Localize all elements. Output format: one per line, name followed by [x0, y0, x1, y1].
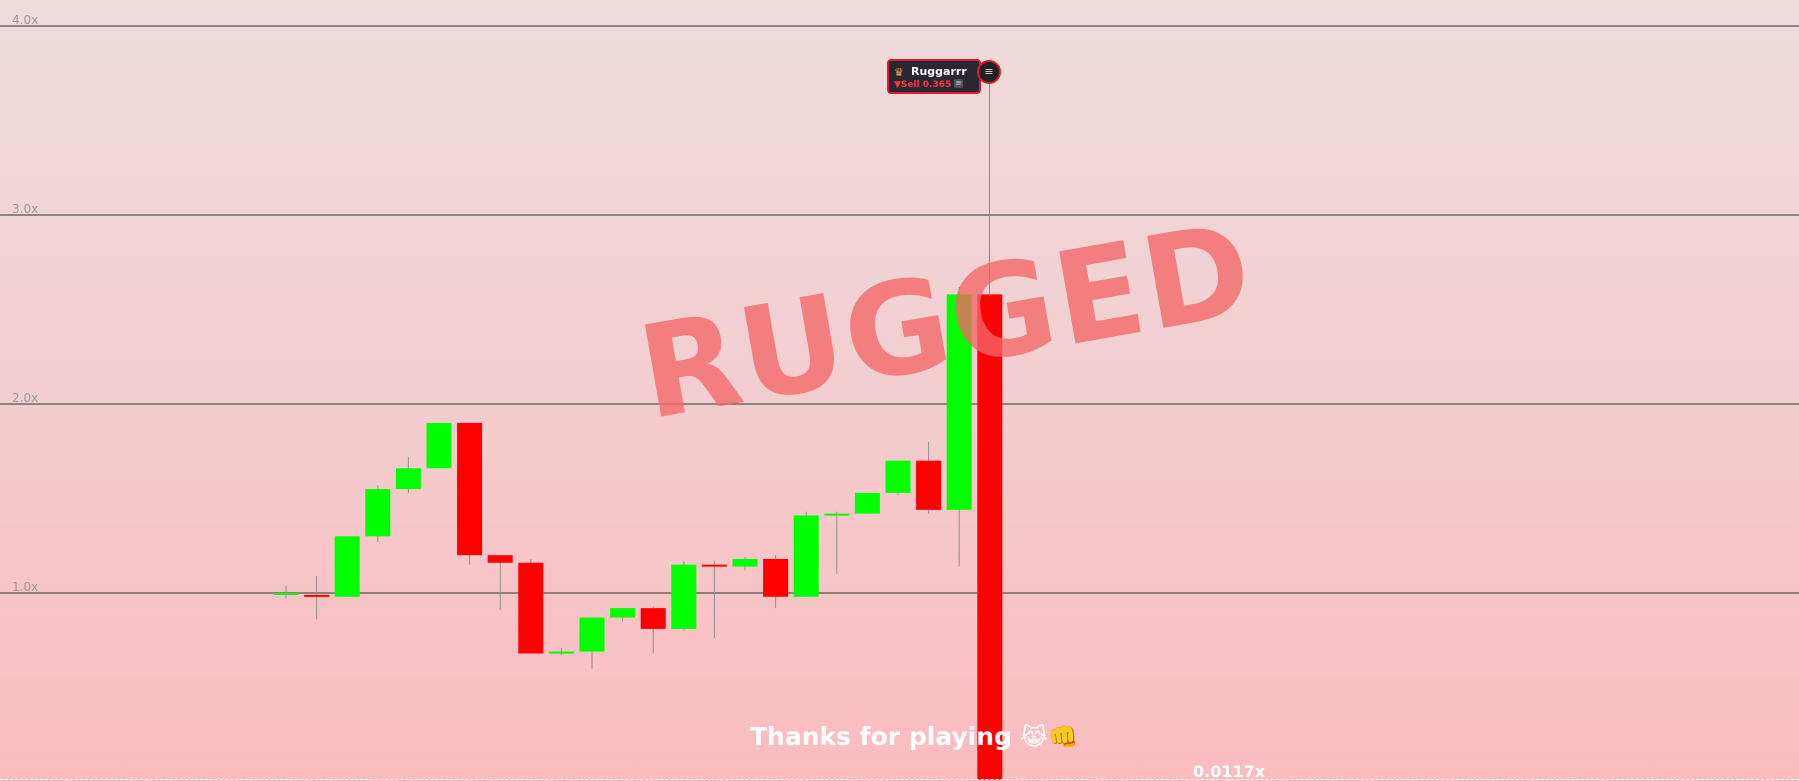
trade-action: ▼Sell 0.365	[894, 80, 952, 90]
token-icon: ≡	[954, 79, 963, 88]
candle	[457, 422, 483, 565]
candle-body-down	[977, 294, 1003, 780]
candle	[916, 441, 942, 514]
candle-body-up	[946, 294, 972, 510]
candle	[548, 647, 574, 656]
candle	[824, 511, 850, 575]
candle	[610, 608, 636, 622]
grid-lines: 1.0x 2.0x 3.0x 4.0x	[0, 13, 1799, 594]
candle-body-up	[548, 651, 574, 654]
candle-body-up	[885, 460, 911, 493]
candle	[977, 294, 1003, 780]
candle-body-up	[824, 513, 850, 516]
candle-body-up	[610, 608, 636, 618]
candle	[304, 575, 330, 620]
candle-body-down	[457, 422, 483, 556]
y-tick-label: 3.0x	[12, 202, 38, 216]
candle-body-up	[671, 564, 697, 629]
crown-icon: ♛	[894, 66, 904, 79]
candle	[579, 617, 605, 669]
candle-body-up	[273, 593, 299, 595]
candle	[854, 492, 880, 514]
candle	[487, 555, 513, 611]
candle	[518, 558, 544, 654]
candlestick-chart: 1.0x 2.0x 3.0x 4.0x	[0, 13, 1799, 780]
trade-tooltip[interactable]: ♛ Ruggarrr ▼Sell 0.365 ≡	[887, 59, 981, 94]
candles	[273, 286, 1003, 780]
bottom-dashed-line	[0, 779, 1799, 780]
trade-username: Ruggarrr	[911, 65, 967, 78]
y-tick-label: 1.0x	[12, 580, 38, 594]
candle	[793, 511, 819, 597]
candle-body-down	[304, 594, 330, 597]
candle-body-up	[334, 536, 360, 597]
laughing-cat-fist-emoji: 😹👊	[1019, 723, 1078, 751]
candle-body-up	[365, 489, 391, 537]
candle-body-up	[793, 515, 819, 597]
candle-body-down	[701, 564, 727, 567]
y-tick-label: 4.0x	[12, 13, 38, 27]
candle-body-up	[579, 617, 605, 652]
candle-body-down	[640, 608, 666, 629]
thanks-text: Thanks for playing	[750, 722, 1012, 751]
candle-body-up	[426, 422, 452, 469]
candle	[426, 422, 452, 469]
candle-body-down	[763, 558, 789, 597]
candle	[946, 286, 972, 567]
candle-body-down	[916, 460, 942, 510]
candle	[334, 536, 360, 597]
candle-body-up	[732, 558, 758, 567]
candle	[732, 557, 758, 571]
candle-body-up	[395, 468, 421, 490]
trade-marker-icon[interactable]: ≡	[977, 60, 1001, 84]
thanks-message: Thanks for playing 😹👊	[750, 722, 1078, 751]
candle-body-down	[487, 555, 513, 563]
candle	[701, 560, 727, 639]
candle-body-up	[854, 492, 880, 514]
candle	[671, 560, 697, 631]
trade-marker-line	[989, 84, 990, 296]
candle	[395, 456, 421, 493]
candle	[885, 460, 911, 495]
candle	[365, 485, 391, 542]
candle-body-down	[518, 562, 544, 654]
candle	[640, 606, 666, 654]
candle	[273, 585, 299, 599]
candle	[763, 555, 789, 609]
y-tick-label: 2.0x	[12, 391, 38, 405]
